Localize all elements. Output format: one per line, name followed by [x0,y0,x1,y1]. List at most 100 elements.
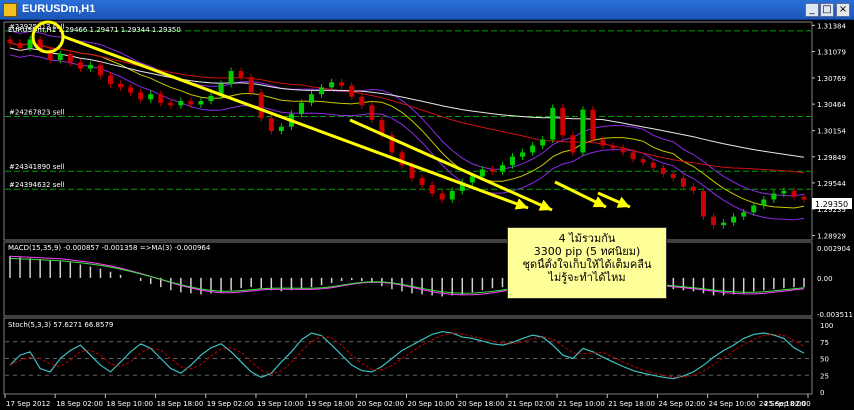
order-label: #24341890 sell [9,163,65,171]
candle-body [660,167,666,174]
candle-body [781,190,787,194]
candle-body [108,75,114,84]
stoch-tick-label: 25 [820,372,829,380]
candle-body [680,178,686,187]
candle-body [359,96,365,106]
candle-body [97,65,103,76]
time-tick-label: 24 Sep 10:00 [709,400,756,408]
close-button[interactable]: × [836,3,850,17]
maximize-button[interactable]: □ [820,3,834,17]
candle-body [499,165,505,172]
macd-axis: 0.002904 0.00 -0.003511 [817,245,853,319]
time-tick-label: 17 Sep 2012 [6,400,50,408]
candle-body [17,42,23,48]
title-bar[interactable]: EURUSDm,H1 _ □ × [0,0,854,20]
candle-body [520,152,526,157]
candle-body [690,186,696,191]
callout-line-1: 4 ไม้รวมกัน [558,232,616,245]
candle-body [118,83,124,88]
time-tick-label: 19 Sep 02:00 [207,400,254,408]
macd-label: MACD(15,35,9) -0.000857 -0.001358 =>MA(3… [8,244,211,252]
candle-body [530,145,536,153]
candle-body [148,94,154,100]
candle-body [309,94,315,103]
candle-body [560,107,566,136]
candle-body [228,71,234,84]
candle-body [319,87,325,95]
candle-body [721,222,727,226]
candle-body [138,92,144,100]
candle-body [208,95,214,102]
candle-body [248,77,254,93]
candle-body [771,193,777,200]
candle-body [640,159,646,163]
annotation-callout: 4 ไม้รวมกัน 3300 pip (5 ทศนิยม) ชุดนี้ตั… [507,227,667,299]
candle-body [650,162,656,168]
callout-line-3: ชุดนี้ตั้งใจเก็บให้ได้เต็มคลื่น [522,258,652,271]
candle-body [419,178,425,185]
time-tick-label: 24 Sep 02:00 [658,400,705,408]
candle-body [87,65,93,69]
candle-body [349,85,355,97]
candle-body [801,196,807,200]
candles [7,35,807,229]
candle-body [751,205,757,213]
candle-body [67,53,73,63]
chart-canvas[interactable]: #23925613 sell#24267823 sell#24341890 se… [0,20,854,410]
order-label: #24267823 sell [9,108,65,116]
candle-body [761,199,767,206]
time-tick-label: 21 Sep 02:00 [508,400,555,408]
bollinger-bands [9,30,805,221]
window-title: EURUSDm,H1 [22,3,96,15]
stoch-tick-label: 75 [820,339,829,347]
stoch-d-line [9,332,805,378]
candle-body [369,105,375,120]
candle-body [27,39,33,48]
candle-body [791,190,797,197]
stochastic-lines [5,331,811,380]
candle-body [238,71,244,78]
time-tick-label: 21 Sep 18:00 [608,400,655,408]
chart-window: EURUSDm,H1 _ □ × #23925613 sell #24267823… [0,0,854,410]
candle-body [449,190,455,200]
bollinger-lower [9,54,805,221]
macd-tick-label: 0.002904 [817,245,851,253]
candle-body [278,126,284,131]
candle-body [540,139,546,146]
chart-window-icon [3,3,17,17]
candle-body [298,102,304,114]
time-tick-label: 19 Sep 10:00 [257,400,304,408]
minimize-button[interactable]: _ [805,3,819,17]
time-axis: 17 Sep 2012 18 Sep 02:00 18 Sep 10:00 18 Se… [4,394,811,408]
stoch-axis: 100 75 50 25 0 [820,322,833,397]
order-label: #24394632 sell [9,181,65,189]
candle-body [610,145,616,149]
price-tick-label: 1.30769 [817,75,846,83]
candle-body [429,184,435,194]
candle-body [128,87,134,93]
candle-body [439,193,445,200]
candle-body [580,109,586,153]
candle-body [329,82,335,88]
current-price-label: 1.29350 [815,200,848,209]
candle-body [479,169,485,177]
moving-average-white [9,47,805,158]
candle-body [258,92,264,119]
candle-body [198,101,204,105]
candle-body [77,62,83,69]
candle-body [550,107,556,140]
candle-body [630,152,636,160]
candle-body [7,39,13,43]
candle-body [268,118,274,131]
price-tick-label: 1.31079 [817,48,846,56]
annotation-arrows [61,34,631,212]
candle-body [590,109,596,140]
stoch-tick-label: 0 [820,389,824,397]
candle-body [620,148,626,153]
price-tick-label: 1.30464 [817,101,846,109]
price-tick-label: 1.30154 [817,128,846,136]
price-tick-label: 1.28929 [817,233,846,241]
time-tick-label: 18 Sep 02:00 [56,400,103,408]
candle-body [158,94,164,103]
stoch-panel-frame [3,317,813,395]
